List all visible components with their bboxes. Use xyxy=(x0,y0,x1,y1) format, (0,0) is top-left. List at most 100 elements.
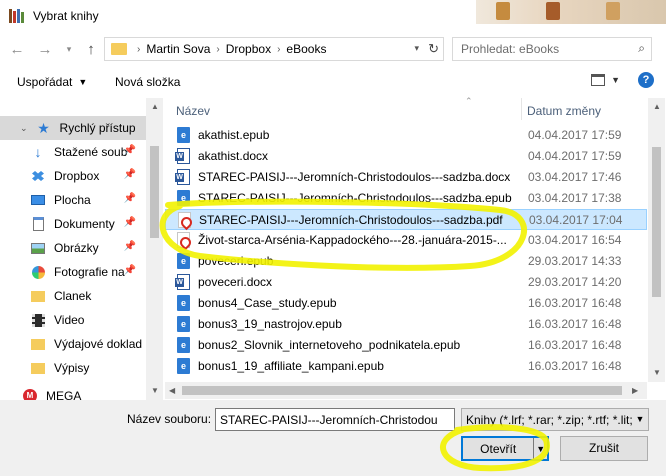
file-name: poveceri.epub xyxy=(198,254,274,268)
cancel-button[interactable]: Zrušit xyxy=(560,436,648,461)
file-name: akathist.epub xyxy=(198,128,270,142)
open-dropdown-icon[interactable]: ▼ xyxy=(534,444,547,454)
sidebar-item-quick-access[interactable]: ⌄ ★ Rychlý přístup xyxy=(0,116,146,140)
download-icon: ↓ xyxy=(34,144,42,160)
file-type-filter-select[interactable]: Knihy (*.lrf; *.rar; *.zip; *.rtf; *.lit… xyxy=(461,408,649,431)
search-input[interactable]: Prohledat: eBooks ⌕ xyxy=(452,37,652,61)
title-bar: Vybrat knihy xyxy=(0,0,666,32)
sidebar-item-video[interactable]: Video xyxy=(0,308,146,332)
sidebar-item-dropbox[interactable]: Dropbox 📌 xyxy=(0,164,146,188)
sidebar-item-photos[interactable]: Fotografie na 📌 xyxy=(0,260,146,284)
scroll-up-icon[interactable]: ▲ xyxy=(151,102,159,111)
sidebar-item-label: Obrázky xyxy=(54,241,99,255)
forward-button[interactable]: → xyxy=(34,38,56,60)
sidebar-item-pictures[interactable]: Obrázky 📌 xyxy=(0,236,146,260)
file-date: 16.03.2017 16:48 xyxy=(528,338,622,352)
sidebar-item-downloads[interactable]: ↓ Stažené soub 📌 xyxy=(0,140,146,164)
scrollbar-thumb[interactable] xyxy=(652,147,661,297)
pin-icon[interactable]: 📌 xyxy=(124,265,136,276)
refresh-icon[interactable]: ↻ xyxy=(428,41,439,57)
sidebar-item-label: Clanek xyxy=(54,289,92,303)
scroll-down-icon[interactable]: ▼ xyxy=(151,386,159,395)
sidebar-item-label: Video xyxy=(54,313,85,327)
pin-icon[interactable]: 📌 xyxy=(124,193,136,204)
file-row[interactable]: e STAREC-PAISIJ---Jeromních-Christodoulos… xyxy=(165,188,647,209)
file-row[interactable]: STAREC-PAISIJ---Jeromních-Christodoulos-… xyxy=(165,167,647,188)
docx-file-icon xyxy=(175,169,190,185)
file-row[interactable]: e bonus1_19_affiliate_kampani.epub 16.03.2… xyxy=(165,356,647,377)
sidebar-item-mega[interactable]: M MEGA xyxy=(0,384,146,400)
sidebar-item-label: Rychlý přístup xyxy=(59,121,136,135)
breadcrumb-separator-icon[interactable]: › xyxy=(216,44,219,55)
folder-icon xyxy=(111,43,127,55)
column-header-date[interactable]: Datum změny xyxy=(527,104,601,118)
sidebar-item-expense-docs[interactable]: Výdajové doklad xyxy=(0,332,146,356)
file-row[interactable]: Život-starca-Arsénia-Kappadockého---28.-… xyxy=(165,230,647,251)
file-row[interactable]: poveceri.docx 29.03.2017 14:20 xyxy=(165,272,647,293)
organize-menu-button[interactable]: Uspořádat ▼ xyxy=(17,75,87,89)
breadcrumb-separator-icon[interactable]: › xyxy=(137,44,140,55)
sidebar-item-desktop[interactable]: Plocha 📌 xyxy=(0,188,146,212)
sidebar-item-statements[interactable]: Výpisy xyxy=(0,356,146,380)
sidebar-item-clanek[interactable]: Clanek xyxy=(0,284,146,308)
pin-icon[interactable]: 📌 xyxy=(124,145,136,156)
pdf-file-icon xyxy=(177,232,190,248)
view-options-icon[interactable] xyxy=(591,74,606,86)
help-icon[interactable]: ? xyxy=(638,72,654,88)
back-button[interactable]: ← xyxy=(6,38,28,60)
scroll-down-icon[interactable]: ▼ xyxy=(653,368,661,377)
pin-icon[interactable]: 📌 xyxy=(124,217,136,228)
address-bar[interactable]: › Martin Sova › Dropbox › eBooks ▾ ↻ xyxy=(104,37,444,61)
scroll-up-icon[interactable]: ▲ xyxy=(653,102,661,111)
open-button-label: Otevřít xyxy=(480,441,517,456)
epub-file-icon: e xyxy=(177,316,190,332)
chevron-down-icon: ▼ xyxy=(78,77,88,87)
file-row[interactable]: akathist.docx 04.04.2017 17:59 xyxy=(165,146,647,167)
file-date: 03.04.2017 17:04 xyxy=(529,213,623,227)
breadcrumb-separator-icon[interactable]: › xyxy=(277,44,280,55)
breadcrumb-item[interactable]: eBooks xyxy=(286,42,326,56)
scrollbar-thumb[interactable] xyxy=(150,146,159,238)
scroll-left-icon[interactable]: ◀ xyxy=(169,386,175,395)
mega-icon: M xyxy=(22,388,38,400)
sidebar-item-label: Stažené soub xyxy=(54,145,128,159)
file-row[interactable]: e poveceri.epub 29.03.2017 14:33 xyxy=(165,251,647,272)
column-header-name[interactable]: Název xyxy=(176,104,210,118)
scrollbar-thumb[interactable] xyxy=(182,386,622,395)
recent-locations-button[interactable]: ▾ xyxy=(58,38,80,60)
file-name: bonus3_19_nastrojov.epub xyxy=(198,317,342,331)
epub-file-icon: e xyxy=(177,253,190,269)
file-list: ⌃ Název Datum změny e akathist.epub 04.04.… xyxy=(165,96,647,400)
pin-icon[interactable]: 📌 xyxy=(124,169,136,180)
up-button[interactable]: ↑ xyxy=(80,38,102,60)
chevron-down-icon[interactable]: ▼ xyxy=(632,409,648,430)
chevron-down-icon[interactable]: ⌄ xyxy=(20,123,28,134)
column-divider[interactable] xyxy=(521,98,522,120)
star-icon: ★ xyxy=(37,119,50,136)
open-button[interactable]: Otevřít ▼ xyxy=(461,436,549,461)
filename-input[interactable]: STAREC-PAISIJ---Jeromních-Christodou xyxy=(215,408,455,431)
file-row[interactable]: e bonus2_Slovnik_internetoveho_podnikatel… xyxy=(165,335,647,356)
folder-icon xyxy=(30,360,46,376)
search-icon[interactable]: ⌕ xyxy=(638,41,645,56)
breadcrumb-item[interactable]: Martin Sova xyxy=(146,42,210,56)
file-row[interactable]: e bonus3_19_nastrojov.epub 16.03.2017 16:4… xyxy=(165,314,647,335)
address-dropdown-icon[interactable]: ▾ xyxy=(414,43,419,54)
new-folder-button[interactable]: Nová složka xyxy=(115,75,180,89)
file-row[interactable]: e bonus4_Case_study.epub 16.03.2017 16:48 xyxy=(165,293,647,314)
breadcrumb-item[interactable]: Dropbox xyxy=(226,42,271,56)
file-list-vertical-scrollbar[interactable]: ▲ ▼ xyxy=(648,98,665,382)
photos-icon xyxy=(30,264,46,280)
file-row[interactable]: STAREC-PAISIJ---Jeromních-Christodoulos-… xyxy=(165,209,647,230)
file-name: bonus1_19_affiliate_kampani.epub xyxy=(198,359,384,373)
view-dropdown-icon[interactable]: ▼ xyxy=(611,75,620,85)
file-list-horizontal-scrollbar[interactable]: ◀ ▶ xyxy=(165,382,647,399)
filename-label: Název souboru: xyxy=(127,412,212,426)
toolbar: Uspořádat ▼ Nová složka ▼ ? xyxy=(0,66,666,98)
scroll-right-icon[interactable]: ▶ xyxy=(632,386,638,395)
sidebar-item-documents[interactable]: Dokumenty 📌 xyxy=(0,212,146,236)
pin-icon[interactable]: 📌 xyxy=(124,241,136,252)
file-name: STAREC-PAISIJ---Jeromních-Christodoulos-… xyxy=(198,170,511,184)
sidebar-scrollbar[interactable]: ▲ ▼ xyxy=(146,98,163,400)
file-row[interactable]: e akathist.epub 04.04.2017 17:59 xyxy=(165,125,647,146)
